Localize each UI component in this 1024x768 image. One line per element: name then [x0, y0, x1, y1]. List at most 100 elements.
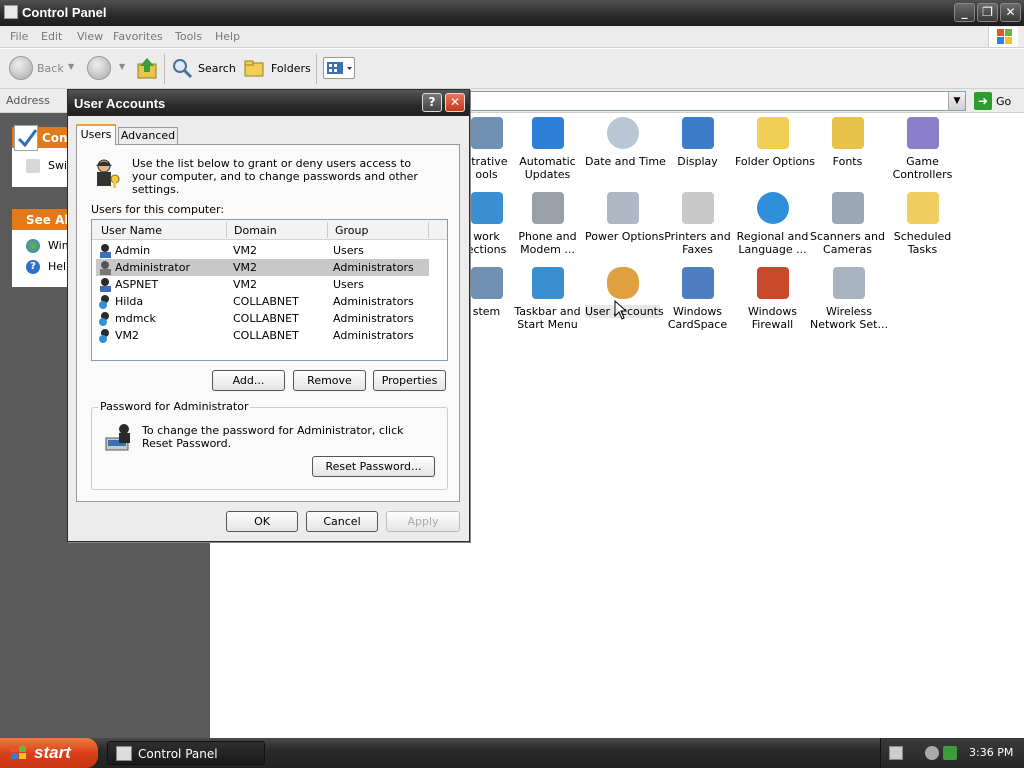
- user-row[interactable]: VM2 COLLABNET Administrators: [96, 327, 429, 344]
- cp-printers-and-faxes[interactable]: Printers and Faxes: [660, 192, 735, 256]
- address-dropdown-button[interactable]: ▼: [948, 92, 965, 110]
- start-button[interactable]: start: [0, 738, 98, 768]
- tab-users[interactable]: Users: [76, 124, 116, 145]
- scanner-icon: [831, 192, 864, 224]
- column-domain[interactable]: Domain: [234, 224, 277, 237]
- windows-logo-icon: [988, 27, 1018, 47]
- back-dropdown-icon[interactable]: ▼: [68, 62, 74, 71]
- folders-icon[interactable]: [244, 58, 266, 78]
- up-folder-icon[interactable]: [136, 56, 158, 80]
- cp-label: Game Controllers: [892, 155, 953, 181]
- cp-regional-and-language[interactable]: Regional and Language ...: [735, 192, 810, 256]
- menu-tools[interactable]: Tools: [175, 30, 202, 43]
- folders-button[interactable]: Folders: [271, 62, 311, 75]
- password-group-title: Password for Administrator: [98, 400, 251, 413]
- restore-button[interactable]: ❐: [977, 3, 998, 22]
- menu-help[interactable]: Help: [215, 30, 240, 43]
- reset-password-button[interactable]: Reset Password...: [312, 456, 435, 477]
- keyboard-icon[interactable]: [889, 746, 903, 760]
- user-row[interactable]: Admin VM2 Users: [96, 242, 429, 259]
- go-arrow-icon: ➜: [974, 92, 992, 110]
- fonts-folder-icon: [831, 117, 864, 149]
- cp-power-options[interactable]: Power Options: [585, 192, 665, 243]
- cp-game-controllers[interactable]: Game Controllers: [885, 117, 960, 181]
- column-user-name[interactable]: User Name: [101, 224, 162, 237]
- taskbar-task-label: Control Panel: [138, 747, 218, 761]
- cp-label: Regional and Language ...: [736, 230, 809, 256]
- cp-taskbar-and-start-menu[interactable]: Taskbar and Start Menu: [510, 267, 585, 331]
- user-row[interactable]: Hilda COLLABNET Administrators: [96, 293, 429, 310]
- cp-scheduled-tasks[interactable]: Scheduled Tasks: [885, 192, 960, 256]
- toolbar: Back ▼ ▼ Search Folders: [0, 49, 1024, 89]
- scheduled-folder-icon: [906, 192, 939, 224]
- user-name: Hilda: [115, 295, 144, 308]
- forward-arrow-icon[interactable]: [87, 56, 111, 80]
- user-icon: [100, 278, 111, 292]
- add-button[interactable]: Add...: [212, 370, 285, 391]
- back-arrow-icon[interactable]: [9, 56, 33, 80]
- cp-fonts[interactable]: Fonts: [810, 117, 885, 168]
- cp-windows-firewall[interactable]: Windows Firewall: [735, 267, 810, 331]
- cp-windows-cardspace[interactable]: Windows CardSpace: [660, 267, 735, 331]
- speaker-icon[interactable]: [943, 746, 957, 760]
- control-panel-icon: [4, 5, 18, 19]
- forward-dropdown-icon[interactable]: ▼: [119, 62, 125, 71]
- cp-scanners-and-cameras[interactable]: Scanners and Cameras: [810, 192, 885, 256]
- cp-label: Printers and Faxes: [664, 230, 731, 256]
- cp-wireless-network-setup[interactable]: Wireless Network Set...: [810, 267, 888, 331]
- ok-button[interactable]: OK: [226, 511, 298, 532]
- properties-button[interactable]: Properties: [373, 370, 446, 391]
- dialog-title-bar[interactable]: User Accounts ? ✕: [68, 90, 469, 116]
- views-button[interactable]: [323, 57, 355, 79]
- search-button[interactable]: Search: [198, 62, 236, 75]
- user-row[interactable]: mdmck COLLABNET Administrators: [96, 310, 429, 327]
- search-icon[interactable]: [171, 57, 193, 79]
- user-group: Administrators: [333, 312, 414, 325]
- column-group[interactable]: Group: [335, 224, 369, 237]
- address-input[interactable]: ▼: [470, 91, 966, 111]
- column-divider[interactable]: [428, 222, 429, 238]
- user-domain: VM2: [233, 278, 258, 291]
- system-tray: 3:36 PM: [880, 738, 1024, 768]
- close-button[interactable]: ✕: [1000, 3, 1021, 22]
- column-divider[interactable]: [226, 222, 227, 238]
- cp-label: Power Options: [585, 230, 665, 243]
- user-row-selected[interactable]: Administrator VM2 Administrators: [96, 259, 429, 276]
- password-group: Password for Administrator To change the…: [91, 400, 448, 490]
- cp-label: Taskbar and Start Menu: [514, 305, 581, 331]
- cp-label: Windows Firewall: [747, 305, 798, 331]
- network-tray-icon[interactable]: [925, 746, 939, 760]
- column-divider[interactable]: [327, 222, 328, 238]
- minimize-button[interactable]: _: [954, 3, 975, 22]
- cp-date-and-time[interactable]: Date and Time: [585, 117, 666, 168]
- user-row[interactable]: ASPNET VM2 Users: [96, 276, 429, 293]
- taskbar-control-panel-button[interactable]: Control Panel: [107, 741, 265, 765]
- cancel-button[interactable]: Cancel: [306, 511, 378, 532]
- windows-logo-icon: [531, 117, 564, 149]
- clock-icon: [606, 117, 639, 149]
- user-group: Users: [333, 278, 364, 291]
- cp-automatic-updates[interactable]: Automatic Updates: [510, 117, 585, 181]
- menu-edit[interactable]: Edit: [41, 30, 62, 43]
- users-icon: [606, 267, 639, 299]
- users-list[interactable]: User Name Domain Group Admin VM2 Users A…: [91, 219, 448, 361]
- back-button[interactable]: Back: [37, 62, 64, 75]
- menu-file[interactable]: File: [10, 30, 28, 43]
- menu-view[interactable]: View: [77, 30, 103, 43]
- users-tab-panel: Use the list below to grant or deny user…: [76, 144, 460, 502]
- cp-folder-options[interactable]: Folder Options: [735, 117, 815, 168]
- cp-label: Scheduled Tasks: [893, 230, 952, 256]
- apply-button[interactable]: Apply: [386, 511, 460, 532]
- cp-display[interactable]: Display: [660, 117, 735, 168]
- help-button[interactable]: ?: [422, 93, 442, 112]
- menu-favorites[interactable]: Favorites: [113, 30, 163, 43]
- dialog-close-button[interactable]: ✕: [445, 93, 465, 112]
- go-button[interactable]: ➜ Go: [972, 91, 1022, 111]
- mouse-cursor-icon: [614, 299, 628, 320]
- remove-button[interactable]: Remove: [293, 370, 366, 391]
- cp-phone-and-modem[interactable]: Phone and Modem ...: [510, 192, 585, 256]
- title-bar[interactable]: Control Panel _ ❐ ✕: [0, 0, 1024, 26]
- user-name: mdmck: [115, 312, 156, 325]
- tab-advanced[interactable]: Advanced: [118, 127, 178, 145]
- user-name: Administrator: [115, 261, 190, 274]
